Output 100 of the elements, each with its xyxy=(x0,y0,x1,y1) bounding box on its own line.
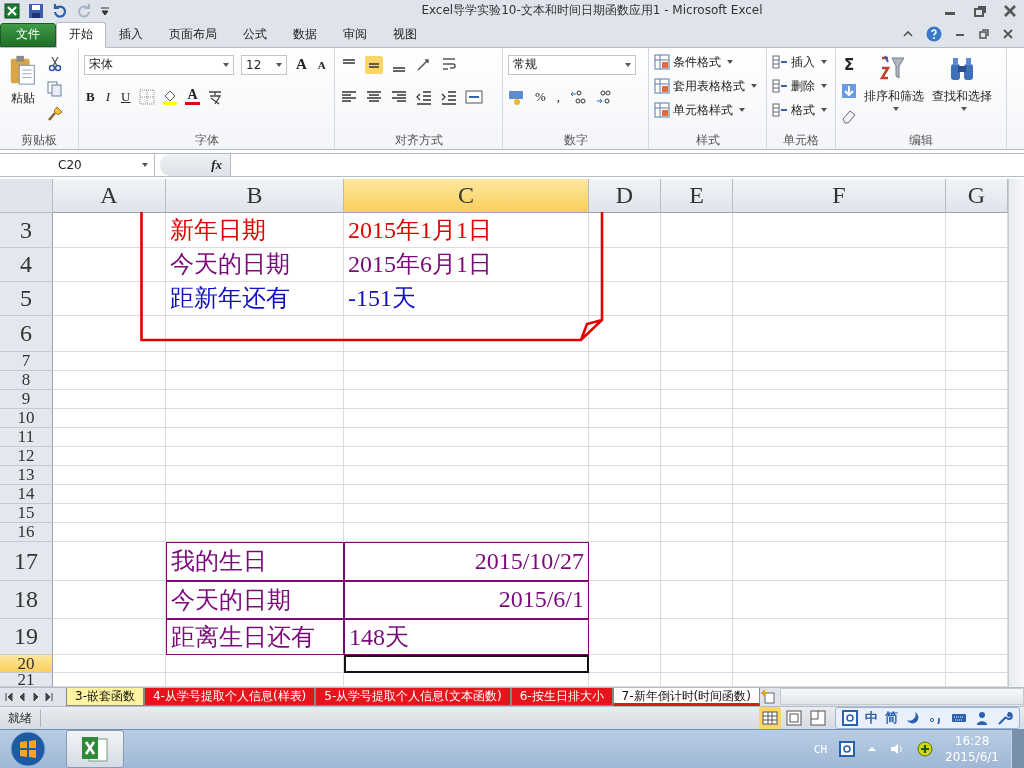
table-cell[interactable] xyxy=(733,522,946,542)
table-cell[interactable] xyxy=(661,247,733,282)
insert-sheet-icon[interactable] xyxy=(759,688,776,705)
restore-icon[interactable] xyxy=(978,27,990,40)
sort-filter-button[interactable]: 排序和筛选 xyxy=(863,53,925,132)
table-cell[interactable] xyxy=(661,427,733,447)
table-cell[interactable] xyxy=(53,654,166,673)
input-method-icon[interactable] xyxy=(842,710,858,726)
sheet-tab[interactable]: 7-新年倒计时(时间函数) xyxy=(612,687,760,706)
wrench-icon[interactable] xyxy=(997,710,1013,726)
bold-button[interactable]: B xyxy=(84,88,97,105)
start-button-icon[interactable] xyxy=(10,731,46,767)
table-cell[interactable] xyxy=(661,446,733,466)
table-cell[interactable] xyxy=(344,522,589,542)
table-cell[interactable] xyxy=(53,351,166,371)
table-cell[interactable] xyxy=(53,484,166,504)
ribbon-tab[interactable]: 公式 xyxy=(230,22,280,47)
table-cell[interactable] xyxy=(661,315,733,352)
table-cell[interactable] xyxy=(589,389,661,409)
table-cell[interactable] xyxy=(733,446,946,466)
table-cell[interactable] xyxy=(166,370,344,390)
active-cell[interactable] xyxy=(344,654,589,673)
middle-align-icon[interactable] xyxy=(365,55,383,74)
table-cell[interactable] xyxy=(589,408,661,428)
cells-menu-button[interactable]: 插入 xyxy=(772,51,830,73)
underline-button[interactable]: U xyxy=(119,88,133,105)
table-cell[interactable]: 2015年1月1日 xyxy=(344,212,589,248)
ribbon-tab[interactable]: 页面布局 xyxy=(156,22,230,47)
table-cell[interactable] xyxy=(53,370,166,390)
table-cell[interactable] xyxy=(589,446,661,466)
cells-menu-button[interactable]: 删除 xyxy=(772,75,830,97)
shrink-font-button[interactable]: A xyxy=(315,58,328,71)
table-cell[interactable] xyxy=(661,484,733,504)
user-icon[interactable] xyxy=(974,710,990,726)
excel-taskbar-button[interactable] xyxy=(66,730,124,768)
table-cell[interactable] xyxy=(589,522,661,542)
decrease-decimal-icon[interactable] xyxy=(594,87,613,106)
file-tab[interactable]: 文件 xyxy=(0,22,56,47)
table-cell[interactable] xyxy=(589,654,661,673)
cells-icon[interactable] xyxy=(772,102,788,119)
table-cell[interactable] xyxy=(166,672,344,687)
row-header[interactable]: 17 xyxy=(0,541,53,581)
ribbon-tab[interactable]: 插入 xyxy=(106,22,156,47)
font-color-button[interactable]: A xyxy=(185,88,200,106)
close-icon[interactable] xyxy=(1002,27,1014,40)
table-cell[interactable] xyxy=(733,580,946,619)
customize-dropdown-icon[interactable] xyxy=(100,5,110,16)
font-size-dropdown[interactable]: 12 xyxy=(241,54,287,75)
page-layout-icon[interactable] xyxy=(783,707,805,729)
paste-button[interactable]: 粘贴 xyxy=(5,53,41,132)
table-cell[interactable] xyxy=(661,212,733,248)
normal-view-icon[interactable] xyxy=(759,707,781,729)
styles-menu-button[interactable]: 单元格样式 xyxy=(654,99,761,121)
table-cell[interactable] xyxy=(53,427,166,447)
sheet-tab[interactable]: 3-嵌套函数 xyxy=(66,687,144,706)
table-cell[interactable] xyxy=(344,315,589,352)
table-cell[interactable] xyxy=(589,503,661,523)
table-cell[interactable] xyxy=(733,503,946,523)
table-cell[interactable] xyxy=(661,580,733,619)
row-header[interactable]: 19 xyxy=(0,618,53,655)
column-header[interactable]: A xyxy=(53,178,166,213)
grow-font-button[interactable]: A xyxy=(294,56,309,74)
ime-toggle[interactable]: 中 xyxy=(865,709,878,727)
table-cell[interactable] xyxy=(344,351,589,371)
table-cell[interactable] xyxy=(344,389,589,409)
table-cell[interactable] xyxy=(733,315,946,352)
copy-icon[interactable] xyxy=(47,80,63,97)
increase-decimal-icon[interactable] xyxy=(569,87,588,106)
show-hidden-icons-icon[interactable] xyxy=(867,744,878,754)
row-header[interactable]: 18 xyxy=(0,580,53,619)
sheet-tab[interactable]: 6-按生日排大小 xyxy=(510,687,613,706)
table-cell[interactable] xyxy=(733,370,946,390)
comma-button[interactable]: , xyxy=(554,88,563,105)
table-cell[interactable] xyxy=(166,315,344,352)
table-cell[interactable] xyxy=(166,351,344,371)
column-header[interactable]: F xyxy=(733,178,946,213)
table-cell[interactable] xyxy=(589,315,661,352)
table-cell[interactable] xyxy=(166,427,344,447)
percent-button[interactable]: % xyxy=(533,88,548,105)
table-cell[interactable]: 2015年6月1日 xyxy=(344,247,589,282)
table-cell[interactable] xyxy=(53,503,166,523)
italic-button[interactable]: I xyxy=(103,88,112,105)
table-cell[interactable] xyxy=(661,522,733,542)
table-cell[interactable] xyxy=(661,351,733,371)
table-cell[interactable] xyxy=(589,247,661,282)
column-header[interactable]: G xyxy=(946,178,1008,213)
table-cell[interactable] xyxy=(166,522,344,542)
fill-color-icon[interactable] xyxy=(162,88,179,105)
table-cell[interactable] xyxy=(166,389,344,409)
column-header[interactable]: E xyxy=(661,178,733,213)
name-box[interactable]: C20 xyxy=(0,154,155,176)
table-cell[interactable] xyxy=(53,580,166,619)
moon-icon[interactable] xyxy=(905,710,921,726)
table-cell[interactable] xyxy=(661,654,733,673)
table-cell[interactable]: 148天 xyxy=(344,618,589,655)
table-cell[interactable] xyxy=(733,281,946,316)
table-cell[interactable] xyxy=(53,541,166,581)
table-cell[interactable]: 新年日期 xyxy=(166,212,344,248)
table-cell[interactable]: 距新年还有 xyxy=(166,281,344,316)
table-cell[interactable] xyxy=(661,618,733,655)
